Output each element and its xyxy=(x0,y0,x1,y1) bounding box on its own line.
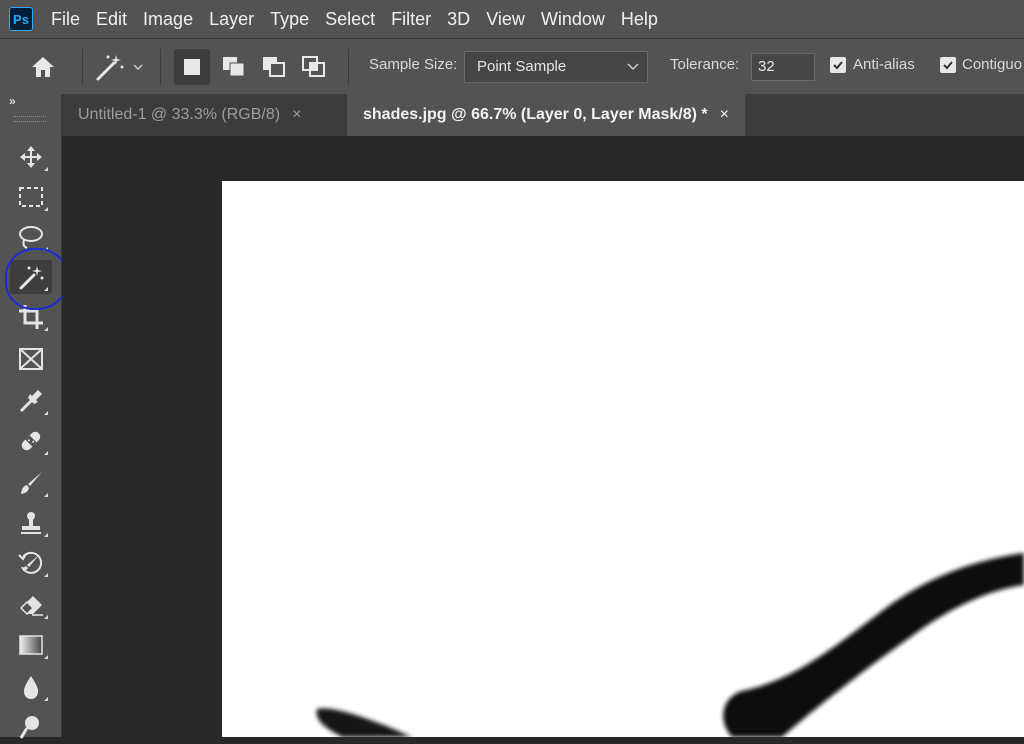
menu-file[interactable]: File xyxy=(43,0,88,38)
panel-grip[interactable] xyxy=(14,116,46,122)
document-canvas[interactable] xyxy=(222,181,1024,737)
sample-size-select[interactable]: Point Sample xyxy=(464,51,648,83)
sunglasses-image xyxy=(316,553,1024,737)
brush-icon xyxy=(21,472,42,494)
spot-healing-brush-tool[interactable] xyxy=(10,424,52,458)
clone-stamp-tool[interactable] xyxy=(10,506,52,540)
healing-brush-icon xyxy=(21,431,41,451)
menu-filter[interactable]: Filter xyxy=(383,0,439,38)
tab-label: Untitled-1 @ 33.3% (RGB/8) xyxy=(78,106,281,123)
canvas-area[interactable] xyxy=(62,136,1024,737)
menu-layer[interactable]: Layer xyxy=(201,0,262,38)
tools-panel: » xyxy=(0,94,62,739)
menu-help[interactable]: Help xyxy=(613,0,666,38)
marquee-icon xyxy=(19,187,43,207)
history-brush-tool[interactable] xyxy=(10,546,52,580)
menu-select[interactable]: Select xyxy=(317,0,383,38)
eraser-tool[interactable] xyxy=(10,588,52,622)
close-icon[interactable]: × xyxy=(720,106,729,123)
gradient-icon xyxy=(19,635,43,655)
tolerance-input[interactable]: 32 xyxy=(751,53,815,81)
lasso-icon xyxy=(19,226,43,249)
checkmark-icon xyxy=(943,61,953,70)
frame-tool[interactable] xyxy=(10,342,52,376)
photoshop-logo-icon[interactable]: Ps xyxy=(9,7,33,31)
tab-untitled-1[interactable]: Untitled-1 @ 33.3% (RGB/8) × xyxy=(62,94,318,136)
home-icon[interactable] xyxy=(28,53,58,81)
rectangular-marquee-tool[interactable] xyxy=(10,180,52,214)
menu-bar: Ps File Edit Image Layer Type Select Fil… xyxy=(0,0,1024,38)
eyedropper-tool[interactable] xyxy=(10,384,52,418)
anti-alias-label: Anti-alias xyxy=(853,56,915,73)
checkmark-icon xyxy=(833,61,843,70)
blur-tool[interactable] xyxy=(10,670,52,704)
sample-size-label: Sample Size: xyxy=(369,56,458,73)
close-icon[interactable]: × xyxy=(292,106,301,123)
clone-stamp-icon xyxy=(21,512,41,534)
sample-size-value: Point Sample xyxy=(477,58,567,75)
contiguous-checkbox[interactable] xyxy=(940,57,956,73)
menu-window[interactable]: Window xyxy=(533,0,613,38)
chevron-down-icon xyxy=(627,63,639,71)
new-selection-icon[interactable] xyxy=(174,49,210,85)
dodge-icon xyxy=(19,716,39,739)
eyedropper-icon xyxy=(19,390,42,413)
menu-edit[interactable]: Edit xyxy=(88,0,135,38)
eraser-icon xyxy=(19,596,43,616)
move-icon xyxy=(20,146,42,168)
intersect-selection-icon[interactable] xyxy=(298,51,330,83)
history-brush-icon xyxy=(18,551,43,574)
tolerance-label: Tolerance: xyxy=(670,56,740,73)
tool-preset-picker[interactable] xyxy=(94,51,150,83)
blur-drop-icon xyxy=(23,676,39,699)
gradient-tool[interactable] xyxy=(10,628,52,662)
subtract-from-selection-icon[interactable] xyxy=(258,51,290,83)
tab-shades-jpg[interactable]: shades.jpg @ 66.7% (Layer 0, Layer Mask/… xyxy=(347,94,745,136)
contiguous-label: Contiguo xyxy=(962,56,1023,73)
dodge-tool[interactable] xyxy=(10,710,52,744)
tab-label: shades.jpg @ 66.7% (Layer 0, Layer Mask/… xyxy=(363,106,708,123)
frame-icon xyxy=(19,348,43,370)
anti-alias-checkbox[interactable] xyxy=(830,57,846,73)
move-tool[interactable] xyxy=(10,140,52,174)
menu-3d[interactable]: 3D xyxy=(439,0,478,38)
menu-type[interactable]: Type xyxy=(262,0,317,38)
menu-view[interactable]: View xyxy=(478,0,533,38)
menu-image[interactable]: Image xyxy=(135,0,201,38)
collapse-panel-icon[interactable]: » xyxy=(9,94,16,108)
options-bar: Sample Size: Point Sample Tolerance: 32 … xyxy=(0,38,1024,94)
highlight-circle xyxy=(5,248,69,310)
brush-tool[interactable] xyxy=(10,466,52,500)
document-tab-bar: Untitled-1 @ 33.3% (RGB/8) × shades.jpg @… xyxy=(62,94,1024,136)
add-to-selection-icon[interactable] xyxy=(218,51,250,83)
